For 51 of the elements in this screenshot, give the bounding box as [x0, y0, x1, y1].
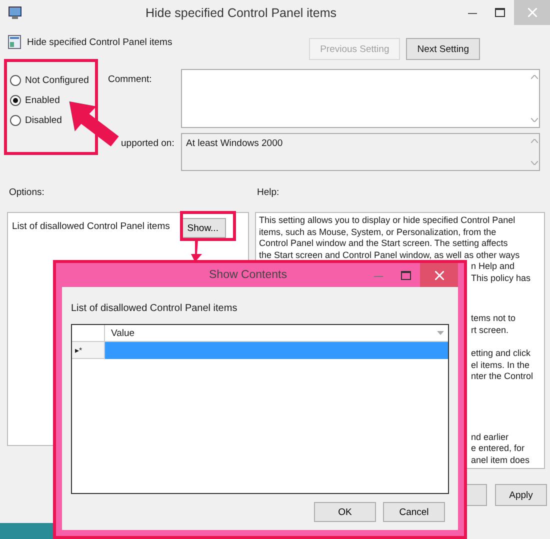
maximize-icon — [401, 270, 411, 280]
supported-on-field: At least Windows 2000 — [181, 133, 540, 171]
help-text-line: etting and click — [471, 348, 531, 360]
comment-label: Comment: — [108, 73, 153, 87]
help-text-line: nd earlier — [471, 432, 509, 443]
close-icon — [434, 270, 444, 280]
supported-on-label: upported on: — [120, 137, 176, 151]
help-text-line: el items. In the — [471, 360, 530, 371]
ok-button[interactable]: OK — [314, 502, 376, 522]
policy-icon — [8, 35, 21, 49]
window-title: Hide specified Control Panel items — [144, 6, 338, 20]
options-label: Options: — [8, 186, 46, 200]
dropdown-icon — [437, 331, 444, 335]
scroll-up-icon[interactable] — [530, 75, 538, 79]
help-text-line: e entered, for — [471, 443, 525, 454]
help-text-line: items, such as Mouse, System, or Personalization, from the — [259, 226, 496, 238]
dialog-label: List of disallowed Control Panel items — [71, 303, 238, 314]
radio-option[interactable]: Enabled — [10, 95, 60, 106]
help-text-line: rt screen. — [471, 324, 509, 336]
radio-option[interactable]: Disabled — [10, 115, 62, 126]
help-text-line: anel item does — [471, 454, 530, 466]
close-button[interactable] — [420, 263, 458, 287]
value-grid[interactable]: Value ▸* — [71, 324, 449, 494]
close-icon — [528, 8, 536, 17]
scroll-down-icon[interactable] — [530, 118, 538, 122]
help-text-line: This policy has — [471, 272, 531, 284]
help-text-line: nter the Control — [471, 371, 534, 382]
dialog-title: Show Contents — [208, 269, 288, 281]
policy-title: Hide specified Control Panel items — [27, 37, 174, 48]
scroll-down-icon[interactable] — [530, 161, 538, 165]
cancel-button[interactable]: Cancel — [383, 502, 445, 522]
comment-field[interactable] — [181, 69, 540, 128]
value-cell[interactable] — [105, 342, 448, 359]
help-text-line: n Help and — [471, 261, 515, 272]
column-title: Value — [111, 328, 135, 338]
desktop-strip — [0, 523, 56, 539]
scroll-up-icon[interactable] — [530, 139, 538, 143]
radio-option[interactable]: Not Configured — [10, 75, 89, 86]
help-text-line: tems not to — [471, 313, 516, 324]
help-text-line: This setting allows you to display or hide specified Control Panel — [259, 215, 516, 226]
maximize-icon — [495, 8, 505, 17]
grid-corner — [72, 325, 105, 342]
apply-button[interactable]: Apply — [495, 484, 547, 506]
highlight-frame — [180, 211, 236, 241]
help-text-line: the Start screen and Control Panel window, as well as other ways — [259, 250, 520, 261]
app-icon — [8, 6, 24, 20]
help-text-line: Control Panel window and the Start screen. The setting affects — [259, 238, 508, 250]
next-setting-button[interactable]: Next Setting — [406, 38, 480, 60]
help-label: Help: — [256, 186, 280, 200]
row-marker: ▸* — [72, 342, 105, 359]
option-label: List of disallowed Control Panel items — [12, 220, 170, 232]
